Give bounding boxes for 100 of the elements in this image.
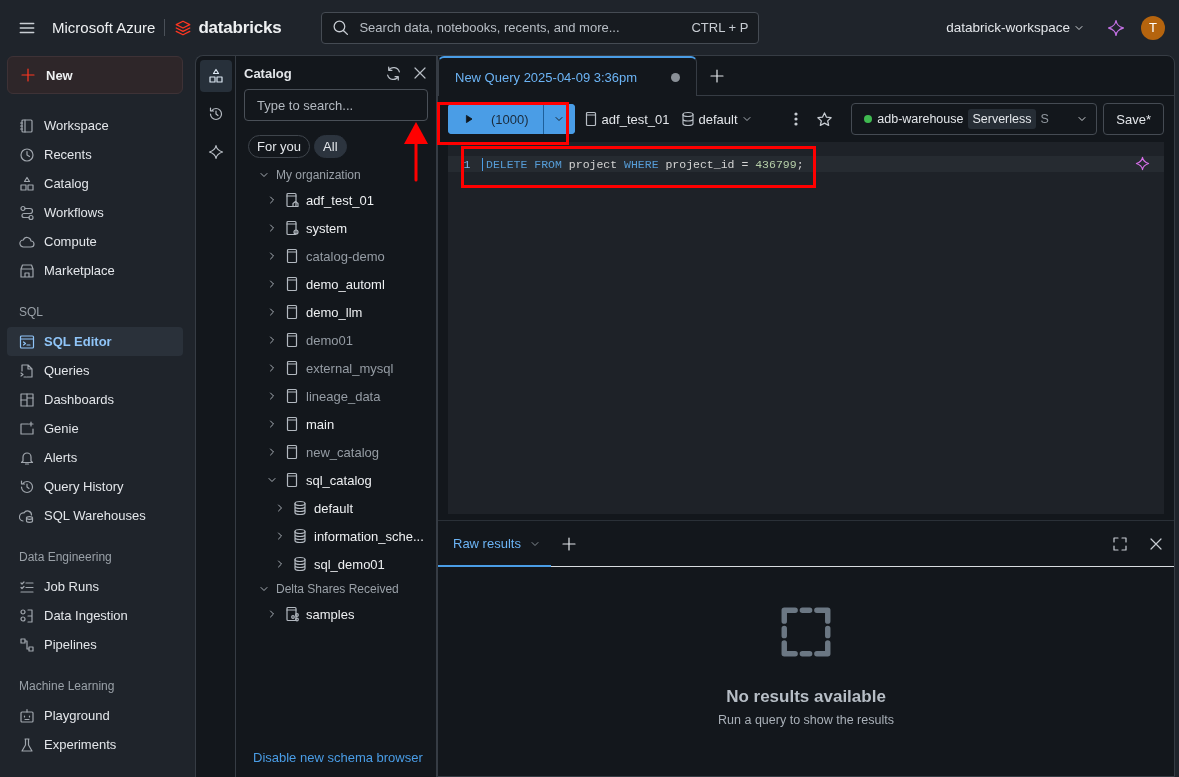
sidebar-item[interactable]: Marketplace bbox=[7, 256, 183, 285]
database-icon bbox=[292, 500, 308, 516]
query-tab[interactable]: New Query 2025-04-09 3:36pm bbox=[438, 56, 698, 96]
tree-item[interactable]: catalog-demo bbox=[306, 248, 385, 264]
sidebar-item[interactable]: Queries bbox=[7, 356, 183, 385]
tree-item[interactable]: lineage_data bbox=[306, 388, 381, 404]
clock-icon bbox=[19, 146, 35, 163]
warehouse-name: adb-warehouse bbox=[877, 112, 964, 126]
fullscreen-icon bbox=[1112, 535, 1128, 552]
catalog-icon bbox=[284, 472, 300, 488]
sidebar-item[interactable]: Workspace bbox=[7, 111, 183, 140]
catalog-icon bbox=[284, 388, 300, 404]
disable-browser-link[interactable]: Disable new schema browser bbox=[244, 750, 428, 765]
sparkle-icon bbox=[1107, 18, 1125, 37]
code-editor[interactable]: 1 DELETE FROM project WHERE project_id = 436799; bbox=[448, 142, 1164, 514]
tree-group-label[interactable]: Delta Shares Received bbox=[276, 582, 399, 596]
warehouse-selector[interactable]: adb-warehouse Serverless S bbox=[851, 103, 1098, 135]
catalog-home-icon bbox=[284, 192, 300, 208]
tree-group-label[interactable]: My organization bbox=[276, 168, 361, 182]
sidebar-item[interactable]: Catalog bbox=[7, 169, 183, 198]
global-search-bar[interactable]: Search data, notebooks, recents, and more... CTRL + P bbox=[321, 11, 760, 44]
rail-button[interactable] bbox=[199, 60, 232, 92]
run-button[interactable]: (1000) bbox=[448, 104, 543, 134]
plus-icon bbox=[709, 68, 726, 84]
terminal-icon bbox=[19, 333, 35, 350]
schema-selector[interactable]: default bbox=[677, 111, 755, 127]
refresh-icon bbox=[385, 64, 402, 82]
tree-item[interactable]: external_mysql bbox=[306, 360, 394, 376]
database-icon bbox=[679, 111, 696, 127]
tree-item[interactable]: demo01 bbox=[306, 332, 353, 348]
query-file-icon bbox=[19, 362, 35, 379]
catalog-icon bbox=[284, 360, 300, 376]
more-button[interactable] bbox=[794, 111, 799, 127]
database-icon bbox=[292, 528, 308, 544]
sidebar-item[interactable]: Alerts bbox=[7, 443, 183, 472]
plus-icon bbox=[20, 67, 36, 83]
sidebar-item[interactable]: Data Ingestion bbox=[7, 601, 183, 630]
tree-item[interactable]: demo_llm bbox=[306, 304, 363, 320]
tree-item[interactable]: new_catalog bbox=[306, 444, 379, 460]
section-header: Data Engineering bbox=[18, 549, 113, 566]
add-tab-button[interactable] bbox=[709, 68, 726, 84]
tree-item[interactable]: main bbox=[306, 416, 335, 432]
sidebar-item[interactable]: Dashboards bbox=[7, 385, 183, 414]
global-search-field[interactable]: Search data, notebooks, recents, and more... bbox=[357, 19, 684, 36]
pipeline-icon bbox=[19, 636, 35, 653]
sidebar-item[interactable]: Genie bbox=[7, 414, 183, 443]
sidebar-item[interactable]: Recents bbox=[7, 140, 183, 169]
sidebar-item[interactable]: Compute bbox=[7, 227, 183, 256]
sidebar-item[interactable]: SQL Editor bbox=[7, 327, 183, 356]
catalog-icon bbox=[284, 304, 300, 320]
catalog-selector[interactable]: adf_test_01 bbox=[580, 111, 672, 127]
sparkle-icon bbox=[207, 144, 224, 160]
section-header: Machine Learning bbox=[18, 678, 116, 695]
sidebar-item[interactable]: Job Runs bbox=[7, 572, 183, 601]
history-icon bbox=[19, 478, 35, 495]
close-button[interactable] bbox=[412, 65, 428, 81]
tree-item[interactable]: information_sche... bbox=[314, 528, 424, 544]
tree-item[interactable]: sql_catalog bbox=[306, 472, 372, 488]
tree-item[interactable]: adf_test_01 bbox=[306, 192, 374, 208]
sidebar-item[interactable]: Pipelines bbox=[7, 630, 183, 659]
sidebar-item[interactable]: Workflows bbox=[7, 198, 183, 227]
save-button[interactable]: Save* bbox=[1103, 103, 1164, 135]
bell-icon bbox=[19, 449, 35, 466]
tree-item[interactable]: sql_demo01 bbox=[314, 556, 385, 572]
sidebar-item[interactable]: Query History bbox=[7, 472, 183, 501]
catalog-icon bbox=[284, 444, 300, 460]
close-icon bbox=[412, 65, 428, 81]
more-vertical-icon bbox=[794, 111, 799, 127]
warehouse-icon bbox=[19, 507, 35, 524]
sidebar-item[interactable]: Experiments bbox=[7, 730, 183, 759]
assistant-button[interactable] bbox=[1107, 18, 1125, 37]
new-button[interactable]: New bbox=[7, 56, 183, 94]
favorite-button[interactable] bbox=[816, 110, 834, 128]
shapes-icon bbox=[19, 175, 35, 192]
add-result-tab-button[interactable] bbox=[560, 535, 577, 552]
catalog-icon bbox=[284, 416, 300, 432]
store-icon bbox=[19, 262, 35, 279]
sidebar-item[interactable]: SQL Warehouses bbox=[7, 501, 183, 530]
section-header: SQL bbox=[18, 304, 44, 321]
brand-label: Microsoft Azure bbox=[52, 19, 166, 36]
expand-button[interactable] bbox=[1112, 535, 1128, 552]
shared-catalog-icon bbox=[284, 606, 300, 622]
sidebar-item[interactable]: Playground bbox=[7, 701, 183, 730]
database-icon bbox=[292, 556, 308, 572]
filter-chip[interactable]: All bbox=[314, 135, 347, 158]
user-avatar[interactable]: T bbox=[1141, 15, 1165, 40]
results-tab[interactable]: Raw results bbox=[438, 520, 551, 567]
tree-item[interactable]: samples bbox=[306, 606, 355, 622]
tree-item[interactable]: demo_automl bbox=[306, 276, 385, 292]
tree-item[interactable]: system bbox=[306, 220, 348, 236]
tree-item[interactable]: default bbox=[314, 500, 354, 516]
warehouse-size: S bbox=[1040, 112, 1049, 126]
refresh-button[interactable] bbox=[385, 64, 402, 82]
dashboard-icon bbox=[19, 391, 35, 408]
workspace-switcher[interactable]: databrick-workspace bbox=[946, 20, 1085, 35]
sparkle-board-icon bbox=[19, 420, 35, 437]
catalog-gear-icon bbox=[284, 220, 300, 236]
ingestion-icon bbox=[19, 607, 35, 624]
assistant-button[interactable] bbox=[1135, 156, 1150, 171]
catalog-search-field[interactable]: Type to search... bbox=[244, 89, 428, 121]
